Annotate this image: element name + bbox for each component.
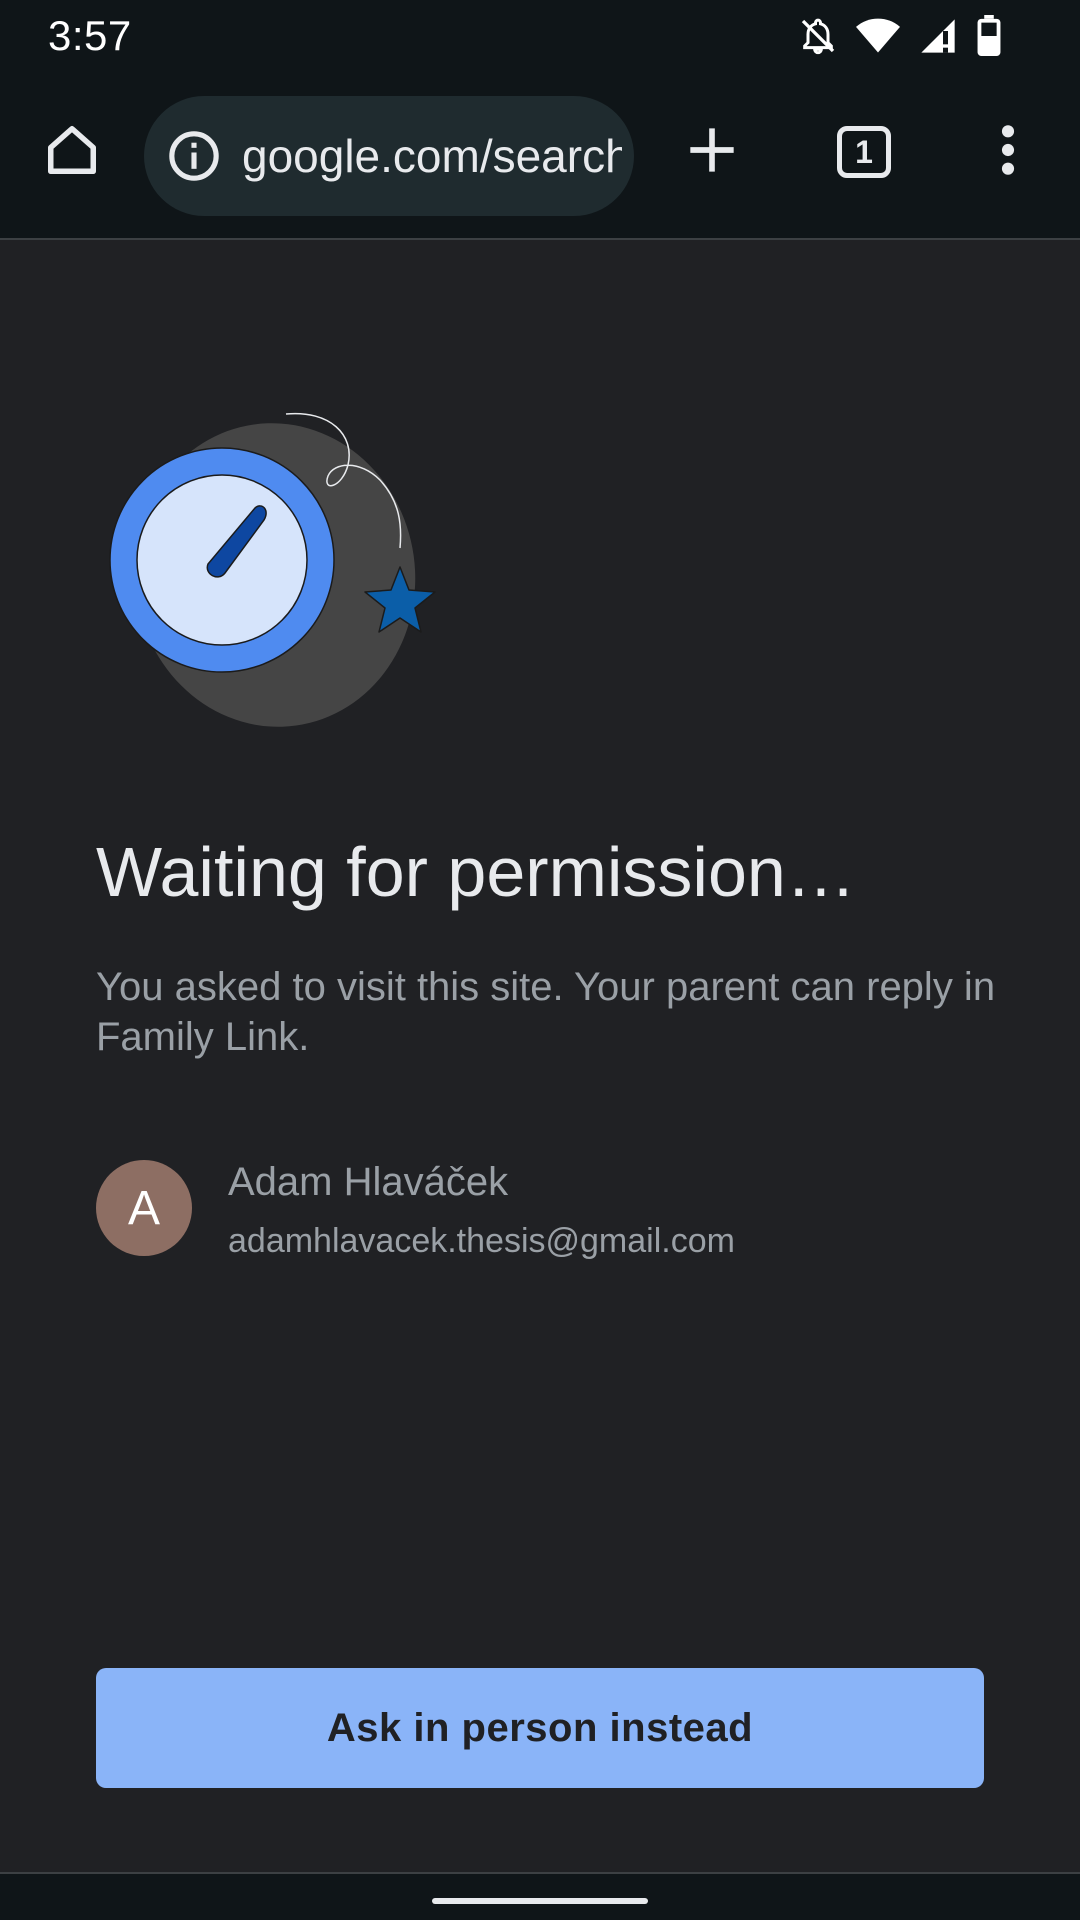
status-bar: 3:57 <box>0 0 1080 72</box>
url-text: google.com/search <box>242 130 622 182</box>
omnibox[interactable]: google.com/search <box>144 96 634 216</box>
ask-in-person-button[interactable]: Ask in person instead <box>96 1668 984 1788</box>
avatar: A <box>96 1160 192 1256</box>
avatar-letter: A <box>127 1181 160 1235</box>
info-icon[interactable] <box>166 128 222 184</box>
home-icon <box>42 120 102 185</box>
gesture-handle[interactable] <box>432 1898 648 1904</box>
plus-icon <box>686 124 738 181</box>
signal-icon <box>918 16 958 56</box>
page-subtitle: You asked to visit this site. Your paren… <box>96 965 996 1059</box>
stopwatch-illustration <box>100 410 460 740</box>
home-button[interactable] <box>32 112 112 192</box>
page-title: Waiting for permission… <box>96 833 856 911</box>
status-icons <box>798 14 1002 58</box>
tab-switcher-button[interactable]: 1 <box>824 112 904 192</box>
notifications-off-icon <box>798 16 838 56</box>
account-name: Adam Hlaváček <box>228 1160 509 1204</box>
browser-toolbar: google.com/search 1 <box>0 72 1080 240</box>
status-time: 3:57 <box>48 12 132 59</box>
menu-button[interactable] <box>968 112 1048 192</box>
tab-count: 1 <box>855 133 873 170</box>
more-vert-icon <box>998 122 1018 183</box>
battery-icon <box>976 15 1002 57</box>
navigation-bar <box>0 1872 1080 1920</box>
wifi-icon <box>856 16 900 56</box>
account-email: adamhlavacek.thesis@gmail.com <box>228 1222 735 1260</box>
account-row: A Adam Hlaváček adamhlavacek.thesis@gmai… <box>96 1160 996 1260</box>
tabs-icon: 1 <box>837 126 891 178</box>
new-tab-button[interactable] <box>672 112 752 192</box>
